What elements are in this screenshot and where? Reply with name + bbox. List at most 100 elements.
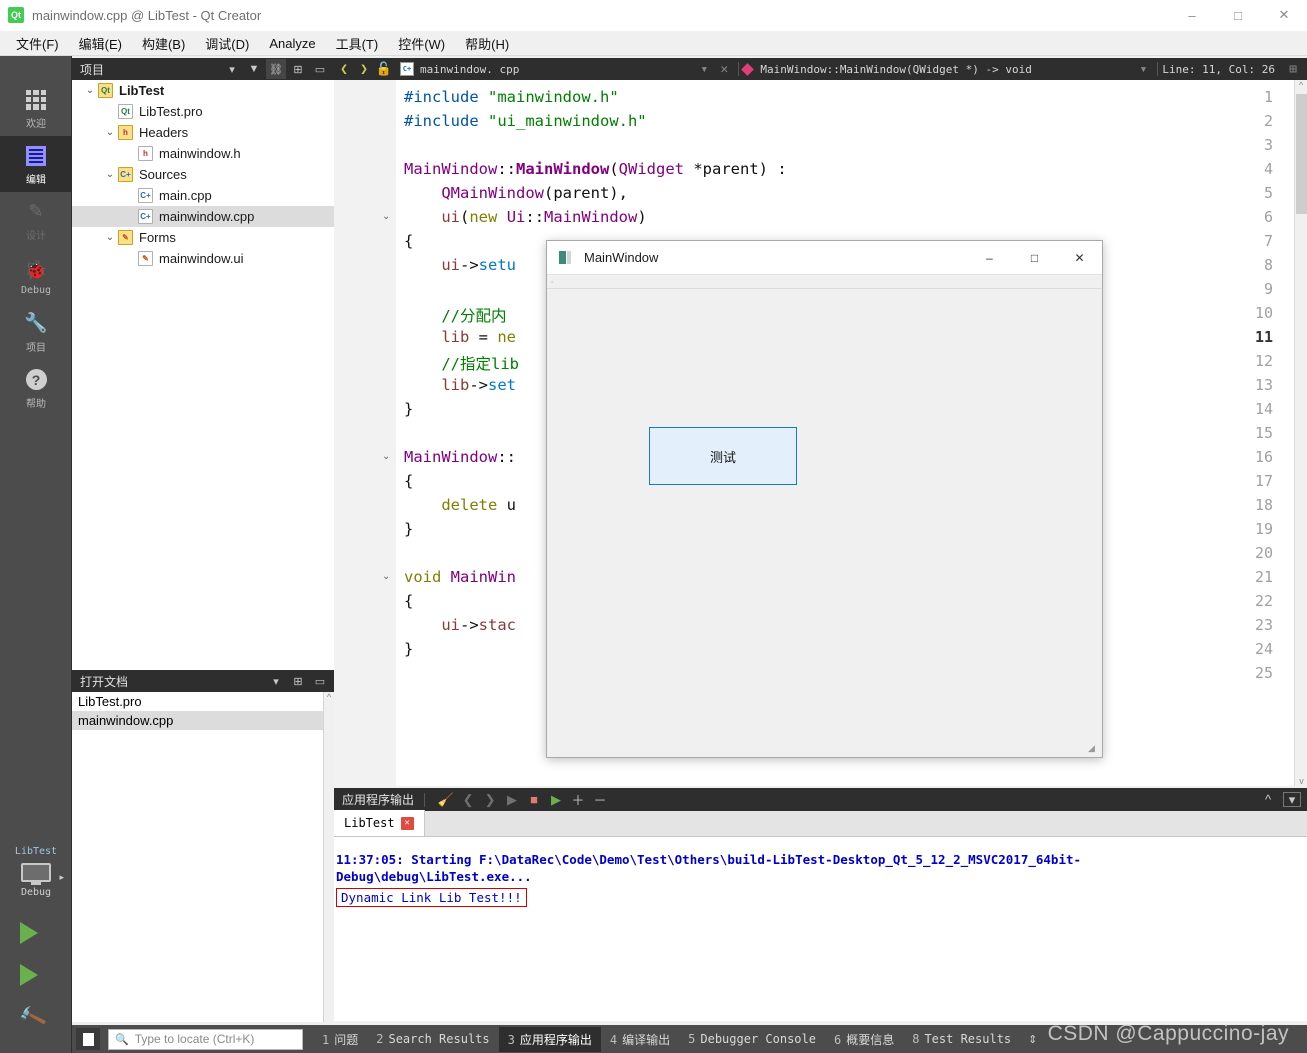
code-line: #include "mainwindow.h" xyxy=(404,88,619,106)
scroll-up-icon[interactable]: ^ xyxy=(1295,80,1307,90)
mode-项目[interactable]: 🔧 项目 xyxy=(0,304,72,360)
collapse-icon[interactable]: ^ xyxy=(1257,789,1279,811)
resize-grip-icon[interactable]: ◢ xyxy=(1088,743,1100,755)
chevron-down-icon[interactable]: ⌄ xyxy=(102,127,118,138)
fold-marker-icon[interactable]: ⌄ xyxy=(382,451,390,462)
menu-edit[interactable]: 编辑(E) xyxy=(69,31,132,56)
statusbar-item-label: 编译输出 xyxy=(622,1032,671,1047)
editor-filename[interactable]: mainwindow. cpp xyxy=(420,63,519,76)
filter-icon[interactable]: ▼ xyxy=(244,59,264,79)
statusbar-item-5[interactable]: 5 Debugger Console xyxy=(679,1028,825,1050)
menu-debug[interactable]: 调试(D) xyxy=(195,31,259,56)
chevron-down-icon[interactable]: ⌄ xyxy=(82,85,98,96)
tree-item-libtest-pro[interactable]: Qt LibTest.pro xyxy=(72,101,334,122)
close-icon[interactable]: ✕ xyxy=(714,58,734,80)
chevron-down-icon[interactable]: ▾ xyxy=(266,671,286,691)
scrollbar-thumb[interactable] xyxy=(1296,94,1307,214)
mode-设计[interactable]: ✎ 设计 xyxy=(0,192,72,248)
mode-编辑[interactable]: 编辑 xyxy=(0,136,72,192)
mode-帮助[interactable]: ? 帮助 xyxy=(0,360,72,416)
statusbar-item-1[interactable]: 1 问题 xyxy=(313,1027,367,1052)
zoom-in-icon[interactable]: ＋ xyxy=(567,789,589,811)
editor-symbol[interactable]: MainWindow::MainWindow(QWidget *) -> voi… xyxy=(760,63,1032,76)
prev-item-icon[interactable]: ❮ xyxy=(457,789,479,811)
opendocs-scrollbar[interactable]: ^ xyxy=(323,692,334,1022)
run-button[interactable] xyxy=(0,912,72,954)
tree-item-mainwindow-h[interactable]: h mainwindow.h xyxy=(72,143,334,164)
popup-close-button[interactable]: ✕ xyxy=(1057,241,1102,275)
split-editor-icon[interactable]: ⊞ xyxy=(1283,58,1303,80)
chevron-down-icon[interactable]: ▾ xyxy=(222,59,242,79)
split-icon[interactable]: ⊞ xyxy=(288,671,308,691)
tree-item-libtest[interactable]: ⌄ Qt LibTest xyxy=(72,80,334,101)
close-tab-icon[interactable]: ✕ xyxy=(400,816,414,830)
test-button[interactable]: 测试 xyxy=(649,427,797,485)
link-icon[interactable]: ⛓ xyxy=(266,59,286,79)
close-button[interactable]: ✕ xyxy=(1261,0,1307,31)
statusbar-item-4[interactable]: 4 编译输出 xyxy=(601,1027,679,1052)
popup-minimize-button[interactable]: – xyxy=(967,241,1012,275)
menu-analyze[interactable]: Analyze xyxy=(259,33,325,54)
kit-selector[interactable]: LibTest ▸ Debug xyxy=(0,846,72,898)
chevron-down-icon[interactable]: ⌄ xyxy=(102,169,118,180)
menu-tools[interactable]: 工具(T) xyxy=(326,31,389,56)
menu-build[interactable]: 构建(B) xyxy=(132,31,195,56)
menu-file[interactable]: 文件(F) xyxy=(6,31,69,56)
code-line: ui(new Ui::MainWindow) xyxy=(404,208,646,226)
split-icon[interactable]: ⊞ xyxy=(288,59,308,79)
output-tab[interactable]: LibTest ✕ xyxy=(334,810,425,836)
tree-item-main-cpp[interactable]: C+ main.cpp xyxy=(72,185,334,206)
opendocs-list[interactable]: LibTest.pro mainwindow.cpp ^ xyxy=(72,692,334,1022)
output-console[interactable]: 11:37:05: Starting F:\DataRec\Code\Demo\… xyxy=(334,837,1307,1021)
clear-output-icon[interactable]: 🧹 xyxy=(435,789,457,811)
statusbar-item-8[interactable]: 8 Test Results xyxy=(903,1028,1020,1050)
menu-help[interactable]: 帮助(H) xyxy=(455,31,519,56)
line-number: 11 xyxy=(1254,328,1273,346)
fold-marker-icon[interactable]: ⌄ xyxy=(382,211,390,222)
output-highlighted-line: Dynamic Link Lib Test!!! xyxy=(336,888,527,907)
tree-item-headers[interactable]: ⌄ h Headers xyxy=(72,122,334,143)
mode-Debug[interactable]: 🐞 Debug xyxy=(0,248,72,304)
opendoc-item[interactable]: LibTest.pro xyxy=(72,692,334,711)
popup-maximize-button[interactable]: □ xyxy=(1012,241,1057,275)
opendocs-dock-title: 打开文档 xyxy=(80,674,129,689)
line-number: 9 xyxy=(1263,280,1273,298)
up-down-arrows-icon[interactable]: ⇕ xyxy=(1020,1033,1045,1046)
menu-window[interactable]: 控件(W) xyxy=(388,31,455,56)
statusbar-item-2[interactable]: 2 Search Results xyxy=(367,1028,498,1050)
chevron-down-icon[interactable]: ⌄ xyxy=(102,232,118,243)
stop-icon[interactable]: ■ xyxy=(523,789,545,811)
minimize-dock-icon[interactable]: ▭ xyxy=(310,671,330,691)
next-item-icon[interactable]: ❯ xyxy=(479,789,501,811)
chevron-down-icon[interactable]: ▾ xyxy=(694,58,714,80)
toggle-sidebar-icon[interactable] xyxy=(76,1028,100,1050)
minimize-button[interactable]: – xyxy=(1169,0,1215,31)
tree-item-mainwindow-ui[interactable]: ✎ mainwindow.ui xyxy=(72,248,334,269)
filter-output-icon[interactable]: ▾ xyxy=(1283,792,1301,807)
opendoc-item[interactable]: mainwindow.cpp xyxy=(72,711,334,730)
mode-欢迎[interactable]: 欢迎 xyxy=(0,80,72,136)
chevron-down-icon[interactable]: ▾ xyxy=(1133,58,1153,80)
run-icon[interactable]: ▶ xyxy=(501,789,523,811)
chevron-right-icon[interactable]: ❯ xyxy=(354,58,374,80)
tree-item-forms[interactable]: ⌄ ✎ Forms xyxy=(72,227,334,248)
statusbar-item-3[interactable]: 3 应用程序输出 xyxy=(498,1026,601,1052)
debug-button[interactable] xyxy=(0,954,72,996)
unlock-icon[interactable]: 🔓 xyxy=(374,58,394,80)
search-input[interactable]: 🔍 Type to locate (Ctrl+K) xyxy=(108,1028,303,1050)
chevron-left-icon[interactable]: ❮ xyxy=(334,58,354,80)
statusbar-item-6[interactable]: 6 概要信息 xyxy=(825,1027,903,1052)
attach-debugger-icon[interactable]: ▶ xyxy=(545,789,567,811)
tree-item-mainwindow-cpp[interactable]: C+ mainwindow.cpp xyxy=(72,206,334,227)
minimize-dock-icon[interactable]: ▭ xyxy=(310,59,330,79)
build-button[interactable]: 🔨 xyxy=(0,996,72,1038)
fold-marker-icon[interactable]: ⌄ xyxy=(382,571,390,582)
projects-tree[interactable]: ⌄ Qt LibTest Qt LibTest.pro ⌄ h Headers h mainwin… xyxy=(72,80,334,670)
scroll-down-icon[interactable]: v xyxy=(1295,776,1307,786)
mainwindow-popup[interactable]: MainWindow – □ ✕ ‸ 测试 ◢ xyxy=(546,240,1103,758)
zoom-out-icon[interactable]: － xyxy=(589,789,611,811)
editor-scrollbar[interactable]: ^ v xyxy=(1294,80,1307,786)
maximize-button[interactable]: □ xyxy=(1215,0,1261,31)
tree-item-sources[interactable]: ⌄ C+ Sources xyxy=(72,164,334,185)
